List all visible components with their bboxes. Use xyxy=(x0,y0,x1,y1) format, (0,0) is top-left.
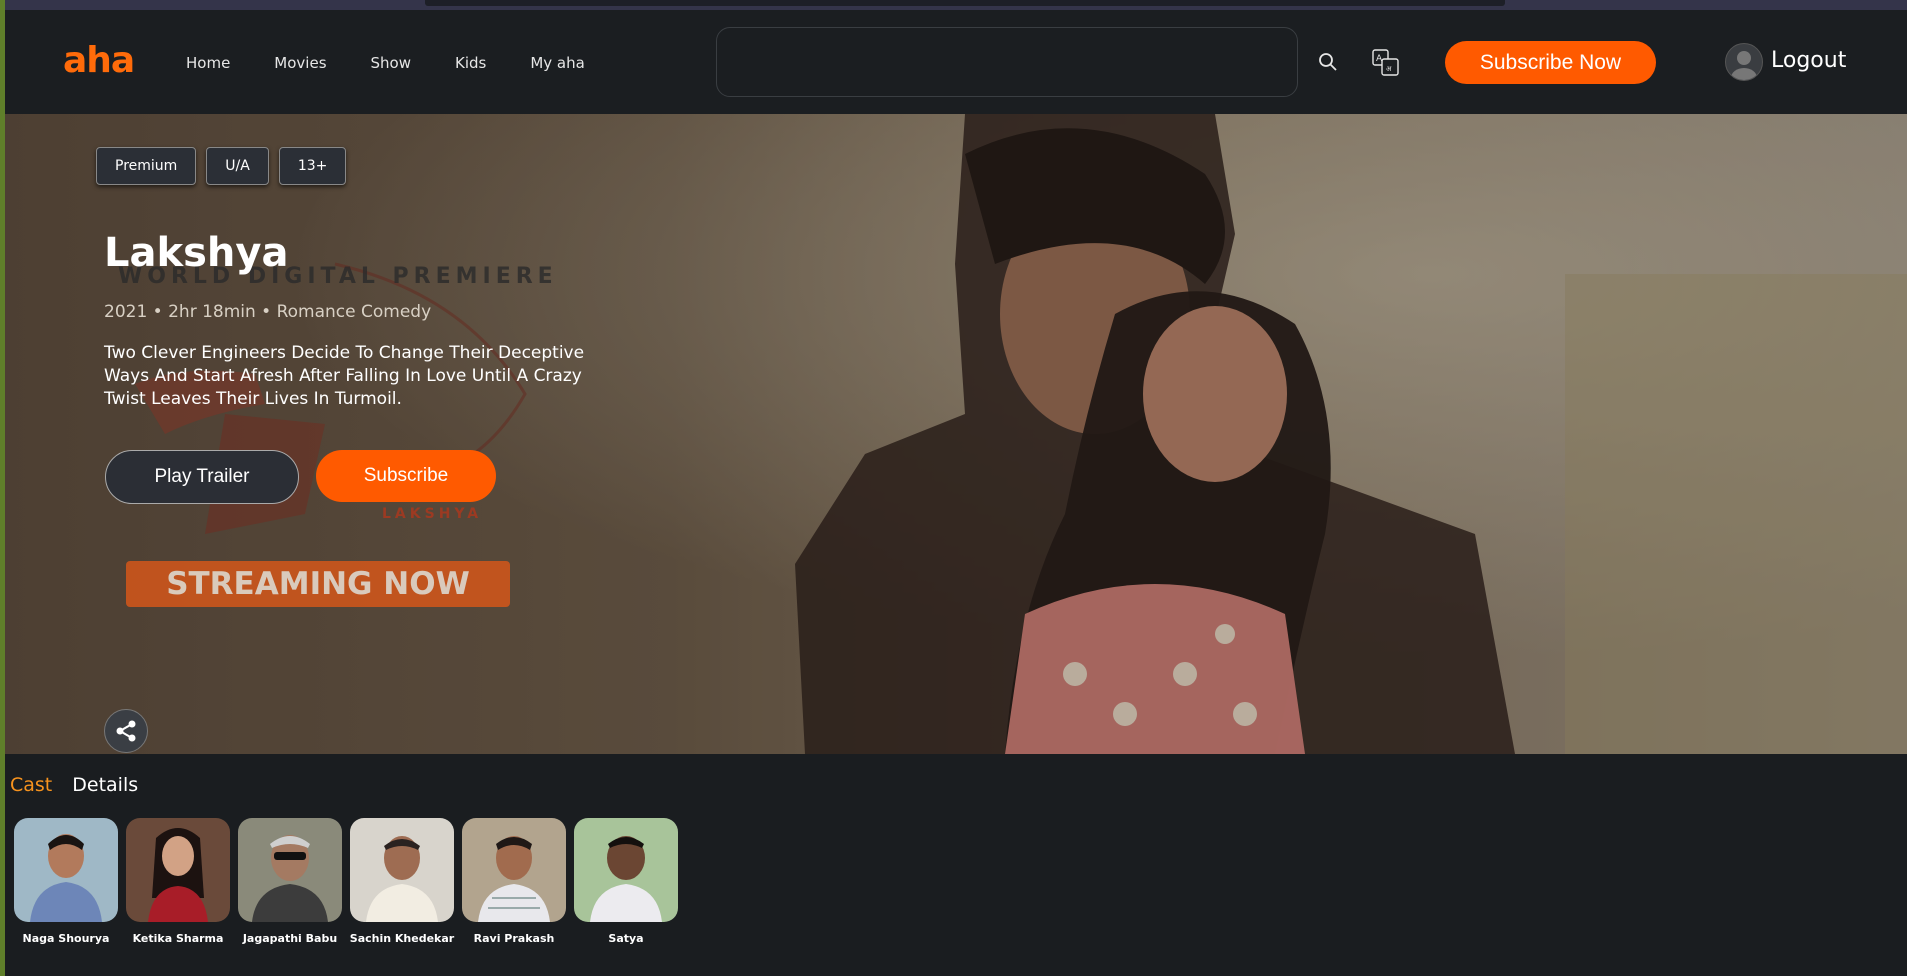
nav-kids[interactable]: Kids xyxy=(455,54,486,72)
tag-rating: U/A xyxy=(206,147,269,185)
cast-member[interactable]: Ravi Prakash xyxy=(458,818,570,945)
cast-photo xyxy=(126,818,230,922)
title-logo-text: LAKSHYA xyxy=(382,506,483,522)
movie-title: Lakshya xyxy=(104,230,289,276)
movie-description: Two Clever Engineers Decide To Change Th… xyxy=(104,343,585,409)
svg-text:A: A xyxy=(1376,54,1383,64)
cast-photo xyxy=(462,818,566,922)
share-icon[interactable] xyxy=(104,709,148,753)
subscribe-button[interactable]: Subscribe xyxy=(316,450,496,502)
browser-tab-bar xyxy=(425,0,1505,6)
search-box xyxy=(716,27,1298,97)
cast-name: Ketika Sharma xyxy=(132,932,224,945)
cast-member[interactable]: Naga Shourya xyxy=(10,818,122,945)
svg-text:अ: अ xyxy=(1386,65,1392,73)
streaming-now-banner: STREAMING NOW xyxy=(126,561,510,607)
language-icon[interactable]: A अ xyxy=(1371,48,1401,78)
subscribe-now-button[interactable]: Subscribe Now xyxy=(1445,41,1656,84)
cast-name: Jagapathi Babu xyxy=(242,932,338,945)
content-tags: Premium U/A 13+ xyxy=(96,147,347,185)
cast-name: Ravi Prakash xyxy=(473,932,555,945)
logout-button[interactable]: Logout xyxy=(1771,48,1846,73)
movie-meta: 2021 • 2hr 18min • Romance Comedy xyxy=(104,302,432,322)
cast-member[interactable]: Sachin Khedekar xyxy=(346,818,458,945)
top-navigation: aha Home Movies Show Kids My aha A अ Sub… xyxy=(5,10,1907,114)
tab-cast[interactable]: Cast xyxy=(10,774,52,796)
search-icon[interactable] xyxy=(1318,52,1338,72)
nav-movies[interactable]: Movies xyxy=(274,54,326,72)
nav-my-aha[interactable]: My aha xyxy=(530,54,584,72)
hero-overlay xyxy=(5,114,1907,754)
cast-member[interactable]: Ketika Sharma xyxy=(122,818,234,945)
cast-photo xyxy=(350,818,454,922)
hero-banner: Premium U/A 13+ WORLD DIGITAL PREMIERE L… xyxy=(5,114,1907,754)
nav-links: Home Movies Show Kids My aha xyxy=(186,54,629,72)
nav-home[interactable]: Home xyxy=(186,54,230,72)
cast-list: Naga Shourya Ketika Sharma Jagapathi Bab… xyxy=(10,818,682,945)
tab-details[interactable]: Details xyxy=(72,774,138,796)
info-tabs: Cast Details xyxy=(10,774,138,796)
search-input[interactable] xyxy=(717,28,1297,96)
user-avatar-icon[interactable] xyxy=(1725,43,1763,81)
cast-name: Satya xyxy=(608,932,644,945)
cast-member[interactable]: Satya xyxy=(570,818,682,945)
tag-age: 13+ xyxy=(278,147,347,185)
play-trailer-button[interactable]: Play Trailer xyxy=(105,450,299,504)
cast-name: Sachin Khedekar xyxy=(349,932,455,945)
cast-photo xyxy=(14,818,118,922)
cast-name: Naga Shourya xyxy=(22,932,110,945)
browser-top-strip xyxy=(5,0,1907,10)
tag-premium: Premium xyxy=(96,147,197,185)
cast-member[interactable]: Jagapathi Babu xyxy=(234,818,346,945)
nav-show[interactable]: Show xyxy=(371,54,411,72)
cast-photo xyxy=(238,818,342,922)
cast-photo xyxy=(574,818,678,922)
aha-logo[interactable]: aha xyxy=(63,40,135,81)
